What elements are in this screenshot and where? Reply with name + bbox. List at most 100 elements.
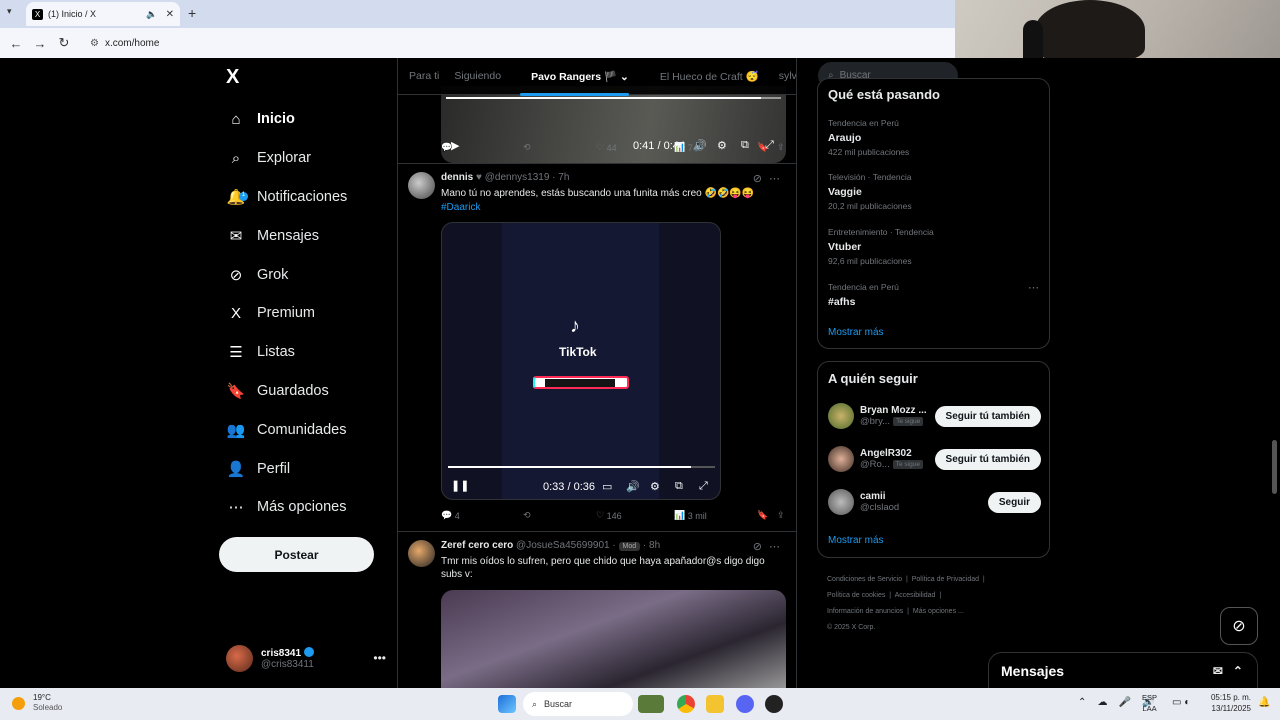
tab-el-hueco-de-craft[interactable]: El Hueco de Craft 😴 (649, 70, 759, 83)
new-tab-button[interactable]: + (188, 5, 196, 21)
obs-icon[interactable] (765, 695, 783, 713)
display-icon[interactable]: ▭ ◐ (1172, 697, 1190, 708)
clock[interactable]: 05:15 p. m. 13/11/2025 (1209, 692, 1251, 714)
weather-widget[interactable]: 19°C Soleado (12, 693, 62, 713)
follow-back-button[interactable]: Seguir tú también (934, 405, 1041, 427)
account-switcher[interactable]: cris8341 @cris83411 ••• (226, 643, 386, 673)
avatar[interactable] (408, 540, 435, 567)
tab-pavo-rangers[interactable]: Pavo Rangers 🏴 ⌄ (520, 70, 629, 96)
tiktok-logo-icon: ♪ (570, 315, 580, 337)
scrollbar[interactable] (1272, 440, 1277, 494)
sidebar-item-label: Explorar (257, 150, 311, 167)
video-progress[interactable] (448, 466, 715, 468)
fullscreen-icon[interactable]: ⤢ (699, 480, 708, 493)
follow-suggestion[interactable]: camii @clslaod Seguir (828, 482, 1041, 522)
reply-icon[interactable]: 💬 (441, 142, 523, 153)
volume-icon[interactable]: 🔊 (626, 480, 640, 493)
sidebar-item-perfil[interactable]: 👤 Perfil (226, 449, 347, 488)
taskbar-search[interactable]: ⌕ Buscar (523, 692, 633, 716)
more-icon[interactable]: ⋯ (1028, 281, 1039, 294)
sidebar-item-listas[interactable]: ☰ Listas (226, 333, 347, 372)
start-icon[interactable] (498, 695, 516, 713)
follow-back-button[interactable]: Seguir tú también (934, 448, 1041, 470)
share-icon[interactable]: ⇪ (777, 142, 785, 153)
bookmark-icon[interactable]: 🔖 (757, 510, 777, 521)
bookmark-icon[interactable]: 🔖 (757, 142, 777, 153)
repost-icon[interactable]: ⟲ (523, 142, 596, 153)
pause-icon[interactable]: ❚❚ (451, 479, 469, 492)
grok-icon[interactable]: ⊘ (753, 172, 762, 185)
back-icon[interactable]: ← (4, 36, 28, 51)
tab-search-icon[interactable]: ▾ (7, 6, 12, 17)
footer-link[interactable]: Información de anuncios (827, 608, 903, 615)
new-message-icon[interactable]: ✉ ⌃ (1213, 664, 1243, 678)
show-more-link[interactable]: Mostrar más (828, 327, 884, 338)
footer-link[interactable]: Política de Privacidad (912, 576, 979, 583)
tab-para-ti[interactable]: Para ti (409, 70, 439, 82)
post-media-image[interactable] (441, 590, 786, 688)
divider (398, 531, 796, 532)
sidebar-item-grok[interactable]: ⊘ Grok (226, 255, 347, 294)
grok-icon[interactable]: ⊘ (753, 540, 762, 553)
avatar (226, 644, 253, 672)
tab-siguiendo[interactable]: Siguiendo (454, 70, 501, 82)
trend-item[interactable]: Tendencia en Perú #afhs (828, 282, 1043, 311)
more-icon[interactable]: ••• (373, 651, 386, 665)
trend-item[interactable]: Entretenimiento · Tendencia Vtuber 92,6 mi… (828, 227, 1043, 266)
sidebar-item-notificaciones[interactable]: 🔔 1 Notificaciones (226, 178, 348, 217)
forward-icon[interactable]: → (28, 36, 52, 51)
site-info-icon[interactable]: ⚙ (90, 38, 99, 49)
file-explorer-icon[interactable] (706, 695, 724, 713)
sidebar-item-comunidades[interactable]: 👥 Comunidades (226, 410, 347, 449)
captions-icon[interactable]: ▭ (602, 480, 612, 493)
communities-icon: 👥 (226, 421, 246, 439)
sidebar-item-inicio[interactable]: ⌂ Inicio (226, 100, 347, 139)
more-icon[interactable]: ⋯ (769, 540, 780, 553)
url-field[interactable]: ⚙ x.com/home (90, 38, 159, 49)
browser-tab[interactable]: X (1) Inicio / X 🔈 ✕ (26, 2, 180, 26)
trend-item[interactable]: Televisión · Tendencia Vaggie 20,2 mil pub… (828, 172, 1043, 211)
share-icon[interactable]: ⇪ (777, 510, 785, 521)
who-to-follow-card: A quién seguir Bryan Mozz ... @bry... Te s… (817, 361, 1050, 558)
widget-thumbnail-icon[interactable] (638, 695, 664, 713)
notifications-icon[interactable]: 🔔 (1258, 697, 1270, 708)
repost-icon[interactable]: ⟲ (523, 510, 596, 521)
close-tab-icon[interactable]: ✕ (166, 9, 174, 20)
speaker-icon[interactable]: 🔈 (146, 9, 157, 20)
language-indicator[interactable]: ESP LAA (1142, 692, 1157, 714)
sidebar-item-mensajes[interactable]: ✉ Mensajes (226, 216, 347, 255)
pip-icon[interactable]: ⧉ (675, 480, 683, 493)
sidebar-item-guardados[interactable]: 🔖 Guardados (226, 372, 347, 411)
video-progress[interactable] (446, 97, 781, 99)
messages-drawer[interactable]: Mensajes ✉ ⌃ (988, 652, 1258, 690)
follow-suggestion[interactable]: AngelR302 @Ro... Te sigue Seguir tú tambié… (828, 439, 1041, 479)
settings-icon[interactable]: ⚙ (650, 480, 660, 493)
footer-link[interactable]: Condiciones de Servicio (827, 576, 902, 583)
views-icon[interactable]: 📊 3 mil (674, 510, 757, 521)
trend-item[interactable]: Tendencia en Perú Araujo 422 mil publicaci… (828, 118, 1043, 157)
sidebar-item-explorar[interactable]: ⌕ Explorar (226, 139, 347, 178)
like-icon[interactable]: ♡ 44 (596, 142, 674, 153)
follow-button[interactable]: Seguir (987, 491, 1041, 513)
like-icon[interactable]: ♡ 146 (596, 510, 674, 521)
post-button[interactable]: Postear (219, 537, 374, 572)
discord-icon[interactable] (736, 695, 754, 713)
footer-link[interactable]: Accesibilidad (895, 592, 936, 599)
x-logo-icon[interactable]: X (226, 66, 239, 89)
sidebar-item-premium[interactable]: X Premium (226, 294, 347, 333)
footer-link[interactable]: Política de cookies (827, 592, 885, 599)
video-player[interactable]: ♪ TikTok ❚❚ 0:33 / 0:36 ▭ 🔊 ⚙ ⧉ ⤢ (441, 222, 721, 500)
show-more-link[interactable]: Mostrar más (828, 535, 884, 546)
chrome-icon[interactable] (677, 695, 695, 713)
footer-link[interactable]: Más opciones ... (913, 608, 964, 615)
follow-suggestion[interactable]: Bryan Mozz ... @bry... Te sigue Seguir tú … (828, 396, 1041, 436)
sidebar-item-más-opciones[interactable]: ⋯ Más opciones (226, 488, 347, 527)
reply-icon[interactable]: 💬 4 (441, 510, 523, 521)
reload-icon[interactable]: ↻ (52, 35, 76, 51)
views-icon[interactable]: 📊 745 (674, 142, 757, 153)
more-icon[interactable]: ⋯ (769, 172, 780, 185)
grok-icon[interactable]: ⊘ (1220, 607, 1258, 645)
avatar[interactable] (408, 172, 435, 199)
tab-sylville[interactable]: sylville (779, 70, 796, 82)
hashtag-link[interactable]: #Daarick (441, 201, 480, 214)
